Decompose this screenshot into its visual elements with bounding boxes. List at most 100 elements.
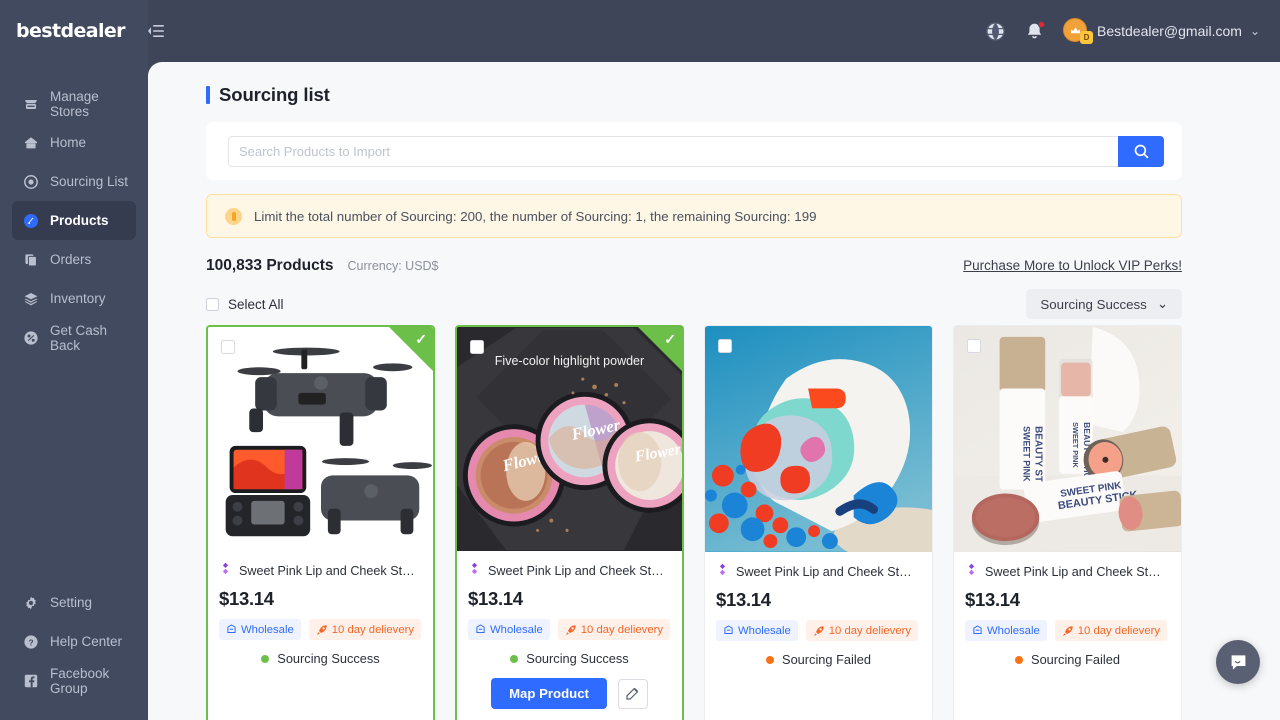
wholesale-badge-label: Wholesale	[738, 624, 791, 637]
wholesale-badge: Wholesale	[965, 620, 1047, 641]
search-card	[206, 122, 1182, 180]
sidebar-item-label: Home	[50, 135, 87, 150]
wholesale-badge: Wholesale	[716, 620, 798, 641]
status-badge: Sourcing Failed	[965, 652, 1170, 667]
orders-icon	[22, 251, 39, 268]
chevron-down-icon: ⌄	[1156, 296, 1168, 311]
notification-dot	[1038, 20, 1045, 28]
product-image[interactable]: Flower Flower Flower Five-color highligh…	[457, 327, 682, 551]
status-dot	[766, 655, 775, 664]
sidebar-item-products[interactable]: Products	[12, 201, 136, 240]
facebook-icon	[22, 672, 39, 689]
product-source-icon	[965, 563, 978, 581]
product-card[interactable]: Flower Flower Flower Five-color highligh…	[455, 325, 684, 720]
sidebar-item-manage-stores[interactable]: Manage Stores	[12, 84, 136, 123]
chat-bubble-icon[interactable]	[1216, 640, 1260, 684]
map-product-button[interactable]: Map Product	[491, 678, 607, 709]
product-card-body: Sweet Pink Lip and Cheek Stai... $13.14 Wh…	[954, 552, 1181, 679]
sidebar-item-orders[interactable]: Orders	[12, 240, 136, 279]
select-all-label[interactable]: Select All	[228, 297, 284, 312]
product-actions: Map Product	[468, 678, 671, 709]
status-label: Sourcing Success	[526, 651, 629, 666]
select-all-checkbox[interactable]	[206, 297, 219, 311]
sidebar-item-get-cash-back[interactable]: Get Cash Back	[12, 318, 136, 357]
status-filter-dropdown[interactable]: Sourcing Success ⌄	[1026, 289, 1182, 319]
product-price: $13.14	[219, 588, 274, 609]
status-label: Sourcing Failed	[782, 652, 871, 667]
account-menu[interactable]: D Bestdealer@gmail.com ⌄	[1063, 18, 1260, 44]
sidebar-item-setting[interactable]: Setting	[12, 583, 136, 622]
product-image[interactable]: SWEET PINK BEAUTY STICK SWEET PINK BEAUT…	[954, 326, 1181, 552]
home-icon	[22, 134, 39, 151]
product-price: $13.14	[468, 588, 523, 609]
bell-icon[interactable]	[1024, 20, 1045, 42]
page-title-row: Sourcing list	[148, 62, 1280, 106]
product-card[interactable]: Sweet Pink Lip and Cheek Stai... $13.14 Wh…	[704, 325, 933, 720]
status-dot	[261, 654, 270, 663]
svg-text:?: ?	[28, 637, 33, 647]
status-badge: Sourcing Failed	[716, 652, 921, 667]
status-label: Sourcing Success	[277, 651, 380, 666]
product-card[interactable]: ✓ Sweet Pink Lip and Cheek Stai... $13.14 W…	[206, 325, 435, 720]
product-card[interactable]: SWEET PINK BEAUTY STICK SWEET PINK BEAUT…	[953, 325, 1182, 720]
sidebar-item-inventory[interactable]: Inventory	[12, 279, 136, 318]
vip-perks-link[interactable]: Purchase More to Unlock VIP Perks!	[963, 258, 1182, 273]
product-title-row: Sweet Pink Lip and Cheek Stai...	[716, 563, 921, 581]
globe-icon[interactable]	[985, 21, 1006, 42]
product-badges: Wholesale 10 day delievery	[716, 620, 921, 641]
delivery-badge: 10 day delievery	[557, 619, 671, 640]
status-badge: Sourcing Success	[219, 651, 422, 666]
sidebar-item-facebook-group[interactable]: Facebook Group	[12, 661, 136, 700]
store-icon	[22, 95, 39, 112]
search-button[interactable]	[1118, 135, 1164, 167]
product-checkbox[interactable]	[470, 340, 484, 354]
chevron-down-icon: ⌄	[1249, 24, 1260, 38]
sidebar-item-label: Setting	[50, 595, 93, 610]
svg-text:SWEET PINK: SWEET PINK	[1071, 422, 1080, 468]
avatar: D	[1063, 18, 1093, 44]
product-checkbox[interactable]	[718, 339, 732, 353]
product-title: Sweet Pink Lip and Cheek Stai...	[239, 564, 421, 578]
question-circle-icon: ?	[22, 633, 39, 650]
svg-text:SWEET PINK: SWEET PINK	[1021, 426, 1031, 482]
wholesale-badge-label: Wholesale	[241, 623, 294, 636]
delivery-badge-label: 10 day delievery	[580, 623, 664, 636]
product-checkbox[interactable]	[221, 340, 235, 354]
product-source-icon	[468, 562, 481, 580]
logo[interactable]: bestdealer	[0, 0, 148, 62]
wholesale-badge: Wholesale	[219, 619, 301, 640]
sidebar-item-label: Manage Stores	[50, 88, 99, 119]
sidebar-item-sourcing-list[interactable]: Sourcing List	[12, 162, 136, 201]
sourcing-limit-banner: Limit the total number of Sourcing: 200,…	[206, 194, 1182, 238]
sidebar-item-label: Sourcing List	[50, 174, 129, 189]
product-checkbox[interactable]	[967, 339, 981, 353]
layers-icon	[22, 290, 39, 307]
sidebar-item-label: Inventory	[50, 291, 106, 306]
product-title-row: Sweet Pink Lip and Cheek Stai...	[965, 563, 1170, 581]
product-title-row: Sweet Pink Lip and Cheek Stai...	[468, 562, 671, 580]
delivery-badge-label: 10 day delievery	[331, 623, 415, 636]
sidebar-item-label: Products	[50, 213, 109, 228]
info-icon	[225, 207, 242, 225]
logo-text: bestdealer	[16, 20, 126, 42]
sidebar-item-label: Orders	[50, 252, 92, 267]
banner-text: Limit the total number of Sourcing: 200,…	[254, 208, 817, 224]
edit-product-button[interactable]	[617, 678, 648, 709]
search-input[interactable]	[228, 135, 1118, 167]
account-email: Bestdealer@gmail.com	[1097, 23, 1242, 39]
select-row: Select All Sourcing Success ⌄	[206, 289, 1182, 319]
product-title: Sweet Pink Lip and Cheek Stai...	[985, 565, 1167, 579]
product-title: Sweet Pink Lip and Cheek Stai...	[736, 565, 918, 579]
sidebar-item-help-center[interactable]: ? Help Center	[12, 622, 136, 661]
product-image[interactable]	[705, 326, 932, 552]
sidebar-item-label: Facebook Group	[50, 665, 110, 696]
product-card-body: Sweet Pink Lip and Cheek Stai... $13.14 Wh…	[457, 551, 682, 720]
product-image[interactable]: ✓	[208, 327, 433, 551]
gear-icon	[22, 594, 39, 611]
status-badge: Sourcing Success	[468, 651, 671, 666]
status-dot	[1015, 655, 1024, 664]
delivery-badge: 10 day delievery	[805, 620, 919, 641]
sidebar-item-home[interactable]: Home	[12, 123, 136, 162]
delivery-badge: 10 day delievery	[308, 619, 422, 640]
delivery-badge-label: 10 day delievery	[828, 624, 912, 637]
